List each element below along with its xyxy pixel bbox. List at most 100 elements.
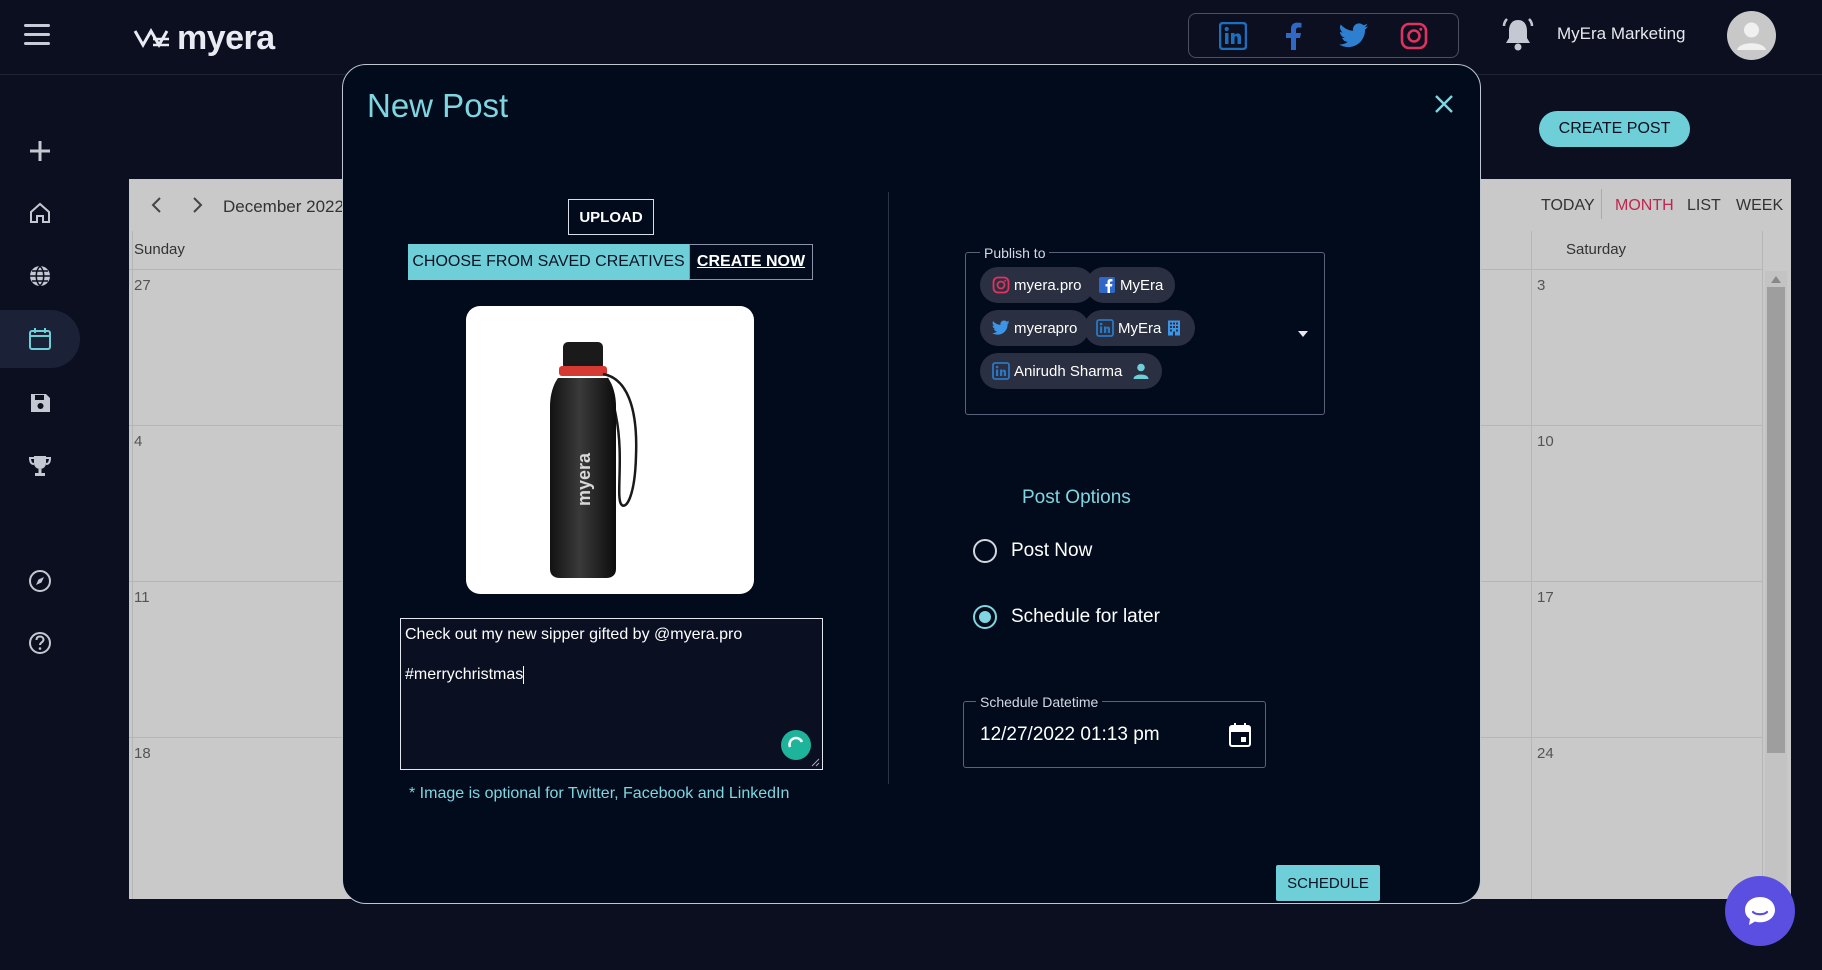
sidebar-item-calendar[interactable] bbox=[0, 310, 80, 368]
facebook-icon bbox=[1099, 277, 1115, 293]
instagram-icon[interactable] bbox=[1399, 21, 1429, 51]
scroll-up-icon[interactable] bbox=[1771, 275, 1781, 283]
resize-grip-icon[interactable] bbox=[810, 757, 820, 767]
account-chip-label: MyEra bbox=[1118, 319, 1162, 337]
modal-divider bbox=[888, 192, 889, 784]
instagram-icon bbox=[992, 276, 1010, 294]
new-post-modal: New Post UPLOAD CHOOSE FROM SAVED CREATI… bbox=[342, 64, 1481, 904]
account-chip-label: myerapro bbox=[1014, 319, 1078, 337]
choose-saved-creatives-button[interactable]: CHOOSE FROM SAVED CREATIVES bbox=[408, 244, 689, 280]
post-now-label: Post Now bbox=[1011, 540, 1093, 561]
sidebar-item-create[interactable] bbox=[0, 122, 80, 180]
logo-text: myera bbox=[177, 18, 275, 57]
create-post-button[interactable]: CREATE POST bbox=[1539, 111, 1690, 147]
sidebar bbox=[0, 75, 94, 970]
twitter-icon bbox=[992, 320, 1010, 335]
account-chip-linkedin-person[interactable]: Anirudh Sharma bbox=[980, 353, 1163, 389]
sidebar-item-rewards[interactable] bbox=[0, 437, 80, 495]
account-chip-linkedin-page[interactable]: MyEra bbox=[1084, 310, 1196, 346]
sidebar-item-globe[interactable] bbox=[0, 247, 80, 305]
account-chip-label: MyEra bbox=[1120, 276, 1164, 294]
home-icon bbox=[30, 202, 50, 223]
app-logo[interactable]: myera bbox=[133, 18, 275, 58]
account-chip-facebook[interactable]: MyEra bbox=[1086, 267, 1176, 303]
calendar-day[interactable]: 18 bbox=[134, 745, 151, 762]
view-month[interactable]: MONTH bbox=[1615, 197, 1674, 215]
account-chip-label: Anirudh Sharma bbox=[1014, 362, 1123, 380]
schedule-button[interactable]: SCHEDULE bbox=[1276, 865, 1380, 901]
sidebar-item-saved[interactable] bbox=[0, 374, 80, 432]
save-icon bbox=[31, 394, 50, 412]
account-chip-label: myera.pro bbox=[1014, 276, 1082, 294]
account-chip-instagram[interactable]: myera.pro bbox=[980, 267, 1094, 303]
trophy-icon bbox=[28, 456, 52, 476]
creative-preview-image: myera bbox=[466, 306, 754, 594]
calendar-day[interactable]: 10 bbox=[1537, 433, 1554, 450]
image-optional-note: * Image is optional for Twitter, Faceboo… bbox=[409, 785, 790, 802]
view-separator bbox=[1601, 189, 1602, 219]
calendar-icon bbox=[29, 328, 51, 350]
view-list[interactable]: LIST bbox=[1687, 197, 1721, 215]
chat-icon bbox=[1745, 897, 1775, 925]
calendar-day[interactable]: 3 bbox=[1537, 277, 1545, 294]
twitter-icon[interactable] bbox=[1338, 21, 1369, 51]
schedule-datetime-field[interactable]: Schedule Datetime 12/27/2022 01:13 pm bbox=[963, 694, 1266, 768]
caption-textarea[interactable]: Check out my new sipper gifted by @myera… bbox=[400, 618, 823, 770]
schedule-later-label: Schedule for later bbox=[1011, 606, 1160, 627]
avatar-icon[interactable] bbox=[1727, 11, 1776, 60]
bottle-image: myera bbox=[550, 342, 638, 578]
calendar-picker-icon[interactable] bbox=[1228, 722, 1252, 748]
sidebar-item-help[interactable] bbox=[0, 614, 80, 672]
calendar-month-label: December 2022 bbox=[223, 197, 344, 216]
close-icon[interactable] bbox=[1431, 91, 1457, 117]
sidebar-item-home[interactable] bbox=[0, 184, 80, 242]
post-now-radio[interactable] bbox=[973, 539, 997, 563]
text-cursor bbox=[523, 665, 525, 684]
scrollbar-thumb[interactable] bbox=[1767, 287, 1785, 753]
sidebar-item-explore[interactable] bbox=[0, 552, 80, 610]
calendar-day[interactable]: 11 bbox=[134, 589, 150, 606]
grammar-check-icon[interactable] bbox=[781, 730, 811, 760]
schedule-later-radio[interactable] bbox=[973, 605, 997, 629]
account-chip-twitter[interactable]: myerapro bbox=[980, 310, 1090, 346]
calendar-day[interactable]: 4 bbox=[134, 433, 142, 450]
compass-icon bbox=[29, 570, 51, 592]
publish-to-field[interactable]: Publish to myera.pro MyEra myerapro MyEr… bbox=[965, 245, 1325, 415]
bell-icon[interactable] bbox=[1500, 16, 1536, 54]
svg-text:myera: myera bbox=[574, 452, 594, 506]
schedule-later-option[interactable]: Schedule for later bbox=[973, 605, 1160, 629]
account-name[interactable]: MyEra Marketing bbox=[1557, 24, 1685, 44]
caption-line: Check out my new sipper gifted by @myera… bbox=[405, 626, 743, 643]
calendar-scrollbar[interactable] bbox=[1765, 271, 1787, 899]
chat-widget-button[interactable] bbox=[1725, 876, 1795, 946]
caption-line: #merrychristmas bbox=[405, 666, 524, 683]
calendar-grid-line bbox=[132, 231, 133, 899]
calendar-day[interactable]: 27 bbox=[134, 277, 151, 294]
schedule-datetime-label: Schedule Datetime bbox=[976, 694, 1103, 710]
create-now-button[interactable]: CREATE NOW bbox=[689, 244, 813, 280]
linkedin-icon[interactable] bbox=[1218, 21, 1248, 51]
person-icon bbox=[1133, 363, 1149, 379]
prev-month-icon[interactable] bbox=[145, 193, 169, 217]
post-options-heading: Post Options bbox=[1022, 487, 1131, 508]
social-connections bbox=[1188, 13, 1459, 58]
linkedin-icon bbox=[1096, 319, 1114, 337]
linkedin-icon bbox=[992, 362, 1010, 380]
facebook-icon[interactable] bbox=[1278, 21, 1308, 51]
calendar-day[interactable]: 17 bbox=[1537, 589, 1554, 606]
chevron-down-icon[interactable] bbox=[1296, 327, 1310, 341]
view-week[interactable]: WEEK bbox=[1736, 197, 1783, 215]
post-now-option[interactable]: Post Now bbox=[973, 539, 1092, 563]
calendar-grid-line bbox=[1762, 231, 1763, 899]
menu-icon[interactable] bbox=[24, 24, 50, 48]
plus-icon bbox=[30, 141, 50, 161]
help-icon bbox=[29, 632, 51, 654]
globe-icon bbox=[30, 265, 50, 287]
calendar-day[interactable]: 24 bbox=[1537, 745, 1554, 762]
next-month-icon[interactable] bbox=[185, 193, 209, 217]
view-today[interactable]: TODAY bbox=[1541, 197, 1595, 215]
schedule-datetime-value: 12/27/2022 01:13 pm bbox=[980, 724, 1160, 745]
upload-button[interactable]: UPLOAD bbox=[568, 199, 654, 235]
calendar-grid-line bbox=[1531, 231, 1532, 899]
modal-title: New Post bbox=[367, 87, 509, 124]
